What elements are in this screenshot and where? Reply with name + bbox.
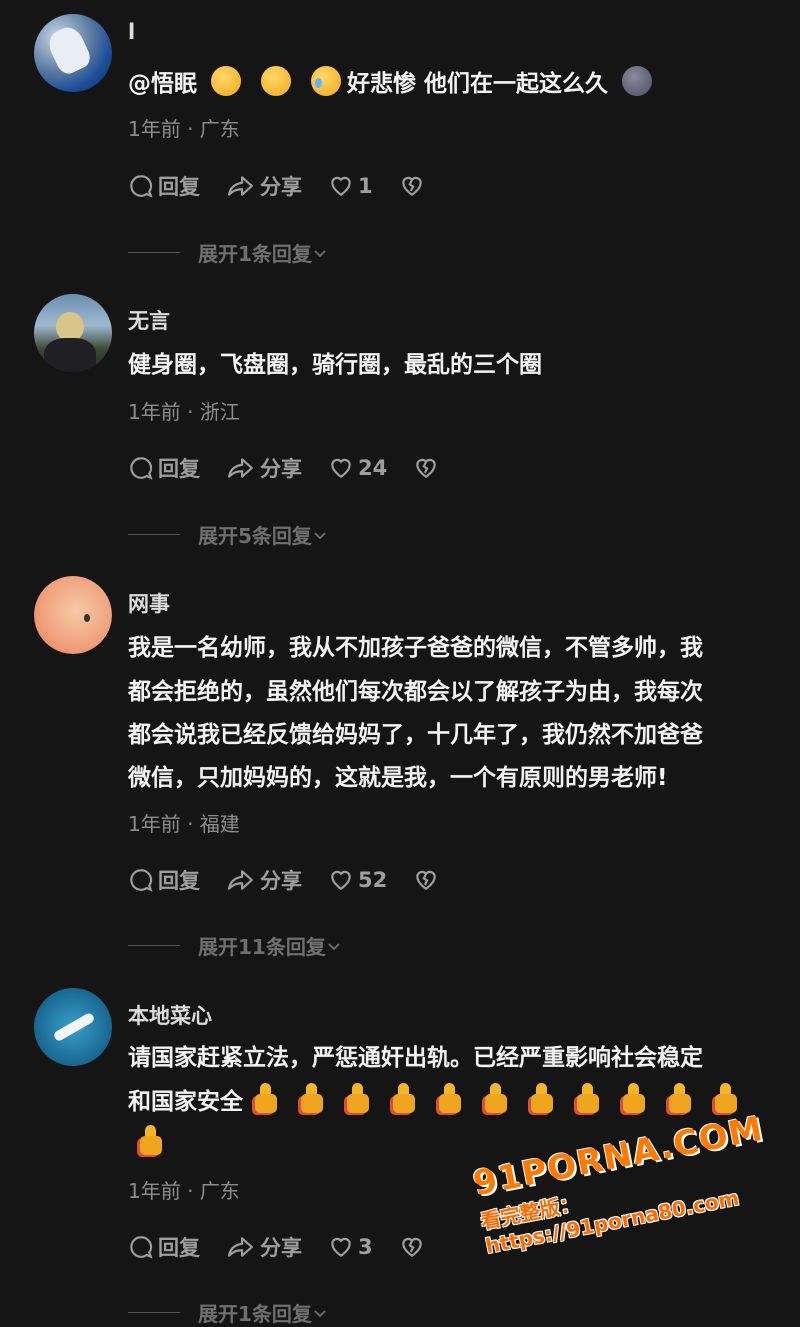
comment-text: 健身圈，飞盘圈，骑行圈，最乱的三个圈 [128,352,542,378]
comment-text-line-1: 请国家赶紧立法，严惩通奸出轨。已经严重影响社会稳定 [128,1045,703,1071]
comment-actions: 回复 分享 52 [128,863,469,897]
share-icon [226,867,256,893]
mention-text[interactable]: @悟眠 [128,71,197,97]
divider [128,534,180,535]
like-count: 24 [358,456,388,480]
username[interactable]: 本地菜心 [128,1000,212,1030]
chevron-down-icon [326,938,342,954]
share-button[interactable]: 分享 [226,1232,302,1262]
pleading-emoji-icon [261,66,292,96]
like-count: 1 [358,174,373,198]
broken-heart-icon [399,173,425,199]
thumbs-up-emoji-icon [136,1125,166,1157]
comment-actions: 回复 分享 24 [128,451,469,485]
thumbs-up-emoji-icon [573,1083,603,1115]
comment-actions: 回复 分享 1 [128,169,455,203]
thumbs-up-emoji-icon [251,1083,281,1115]
face-shape [34,576,112,654]
thumbs-up-emoji-icon [527,1083,557,1115]
like-count: 52 [358,868,388,892]
moon-emoji-icon [622,66,653,96]
heart-icon [328,455,354,481]
broken-heart-icon [399,1234,425,1260]
thumbs-up-emoji-icon [619,1083,649,1115]
dislike-button[interactable] [399,1234,429,1260]
thumbs-up-emoji-icon [665,1083,695,1115]
comment-meta: 1年前 · 福建 [128,812,240,836]
thumbs-up-emoji-icon [435,1083,465,1115]
share-button[interactable]: 分享 [226,865,302,895]
eye [84,614,90,622]
chevron-down-icon [312,245,328,261]
share-icon [226,173,256,199]
comment-text-line-2: 都会拒绝的，虽然他们每次都会以了解孩子为由，我每次 [128,679,703,705]
comment-text-body: 好悲惨 他们在一起这么久 [347,71,609,97]
pleading-emoji-icon [211,66,242,96]
dislike-button[interactable] [413,455,443,481]
broken-heart-icon [413,867,439,893]
comment-meta: 1年前 · 广东 [128,1179,240,1203]
reply-button[interactable]: 回复 [128,453,200,483]
comment-text-line-4: 微信，只加妈妈的，这就是我，一个有原则的男老师! [128,765,668,791]
avatar[interactable] [34,14,112,92]
share-icon [226,1234,256,1260]
thumbs-up-emoji-icon [711,1083,741,1115]
thumbs-up-emoji-icon [389,1083,419,1115]
share-button[interactable]: 分享 [226,171,302,201]
reply-icon [128,867,154,893]
username[interactable]: 无言 [128,305,170,335]
hand-shape [44,22,94,78]
dislike-button[interactable] [413,867,443,893]
divider [128,1312,180,1313]
expand-replies[interactable]: 展开5条回复 [128,520,328,549]
reply-icon [128,1234,154,1260]
heart-icon [328,867,354,893]
username[interactable]: 网事 [128,588,170,618]
like-button[interactable]: 3 [328,1234,373,1260]
reply-button[interactable]: 回复 [128,171,200,201]
expand-replies[interactable]: 展开1条回复 [128,1298,328,1327]
reply-icon [128,455,154,481]
comment-text-line-2: 和国家安全 [128,1080,788,1124]
reply-icon [128,173,154,199]
expand-replies[interactable]: 展开1条回复 [128,238,328,267]
comment-text-line-3: 都会说我已经反馈给妈妈了，十几年了，我仍然不加爸爸 [128,722,703,748]
heart-icon [328,1234,354,1260]
comment-text: @悟眠 好悲惨 他们在一起这么久 [128,62,788,106]
avatar[interactable] [34,576,112,654]
chevron-down-icon [312,1305,328,1321]
person-body [44,338,96,372]
like-count: 3 [358,1235,373,1259]
like-button[interactable]: 1 [328,173,373,199]
comment-meta: 1年前 · 广东 [128,117,240,141]
reply-button[interactable]: 回复 [128,1232,200,1262]
broken-heart-icon [413,455,439,481]
comment-meta: 1年前 · 浙江 [128,400,240,424]
heart-icon [328,173,354,199]
crying-emoji-icon [311,66,342,96]
comment-actions: 回复 分享 3 [128,1230,455,1264]
reply-button[interactable]: 回复 [128,865,200,895]
thumbs-up-emoji-icon [343,1083,373,1115]
divider [128,252,180,253]
avatar[interactable] [34,988,112,1066]
expand-replies[interactable]: 展开11条回复 [128,931,342,960]
username[interactable]: l [128,20,135,44]
avatar[interactable] [34,294,112,372]
boat-shape [52,1011,96,1043]
thumbs-up-emoji-icon [481,1083,511,1115]
like-button[interactable]: 24 [328,455,387,481]
dislike-button[interactable] [399,173,429,199]
thumbs-up-emoji-icon [297,1083,327,1115]
comment-text-line-1: 我是一名幼师，我从不加孩子爸爸的微信，不管多帅，我 [128,635,703,661]
share-icon [226,455,256,481]
divider [128,945,180,946]
chevron-down-icon [312,527,328,543]
share-button[interactable]: 分享 [226,453,302,483]
like-button[interactable]: 52 [328,867,387,893]
